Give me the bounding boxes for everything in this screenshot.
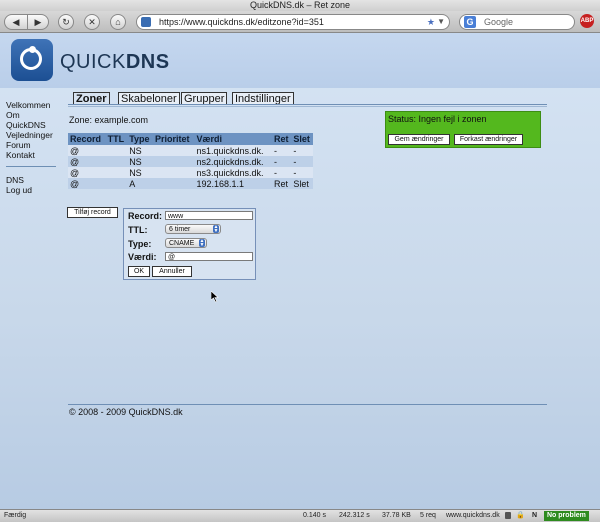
ok-button[interactable]: OK: [128, 266, 150, 277]
ssl-icon: 🔒: [516, 512, 525, 519]
table-row: @ A 192.168.1.1 Ret Slet: [68, 178, 313, 189]
forward-button[interactable]: ▶: [27, 14, 49, 30]
nav-item-vejledninger[interactable]: Vejledninger: [6, 130, 58, 140]
quickdns-logo-icon[interactable]: [11, 39, 53, 81]
col-type: Type: [127, 133, 153, 145]
bookmark-star-icon[interactable]: ★: [427, 15, 435, 29]
browser-status-bar: Færdig 0.140 s 242.312 s 37.78 KB 5 req …: [0, 509, 600, 522]
nav-item-forum[interactable]: Forum: [6, 140, 58, 150]
footer-divider: [68, 404, 547, 405]
zone-label: Zone: example.com: [69, 115, 149, 125]
table-row: @ NS ns3.quickdns.dk. - -: [68, 167, 313, 178]
home-icon: ⌂: [115, 17, 121, 27]
col-ttl: TTL: [105, 133, 128, 145]
lock-icon: [505, 512, 511, 519]
table-row: @ NS ns2.quickdns.dk. - -: [68, 156, 313, 167]
nav-item-log-ud[interactable]: Log ud: [6, 185, 58, 195]
type-select[interactable]: CNAME ▲ ▼: [165, 238, 207, 248]
value-label: Værdi:: [128, 252, 157, 262]
side-navigation: Velkommen Om QuickDNS Vejledninger Forum…: [6, 100, 58, 195]
noscript-icon[interactable]: N: [532, 510, 537, 522]
col-ret: Ret: [271, 133, 292, 145]
search-field[interactable]: G Google: [459, 14, 575, 30]
reload-button[interactable]: ↻: [58, 14, 74, 30]
nav-divider: [6, 166, 56, 167]
status-item: www.quickdns.dk: [446, 512, 500, 519]
stop-icon: ✕: [88, 17, 96, 27]
nav-item-velkommen[interactable]: Velkommen: [6, 100, 58, 110]
status-item: 5 req: [420, 512, 436, 519]
tab-divider: [68, 104, 547, 105]
back-button[interactable]: ◀: [4, 14, 28, 30]
ttl-label: TTL:: [128, 225, 148, 235]
status-item: 242.312 s: [339, 512, 370, 519]
nav-item-kontakt[interactable]: Kontakt: [6, 150, 58, 160]
site-favicon-icon: [141, 17, 151, 27]
col-record: Record: [68, 133, 106, 145]
table-row: @ NS ns1.quickdns.dk. - -: [68, 145, 313, 156]
table-header-row: Record TTL Type Prioritet Værdi Ret Slet: [68, 133, 313, 145]
stop-button[interactable]: ✕: [84, 14, 100, 30]
type-label: Type:: [128, 239, 152, 249]
select-arrows-icon: ▲ ▼: [213, 224, 219, 234]
zone-status-panel: Status: Ingen fejl i zonen Gem ændringer…: [385, 111, 541, 148]
record-input[interactable]: www: [165, 211, 253, 220]
col-slet: Slet: [291, 133, 313, 145]
nav-item-om-quickdns[interactable]: Om QuickDNS: [6, 110, 58, 130]
reload-icon: ↻: [62, 17, 70, 27]
status-text: Status: Ingen fejl i zonen: [388, 114, 487, 124]
record-label: Record:: [128, 211, 163, 221]
google-icon: G: [464, 16, 476, 28]
record-edit-form: Record: www TTL: 6 timer ▲ ▼ Type: CNAME …: [123, 208, 256, 280]
site-logo-text[interactable]: QUICKDNS: [60, 51, 170, 74]
discard-changes-button[interactable]: Forkast ændringer: [454, 134, 523, 145]
back-arrow-icon: ◀: [12, 17, 20, 27]
add-record-button[interactable]: Tilføj record: [67, 207, 118, 218]
site-header: QUICKDNS: [0, 33, 600, 88]
records-table: Record TTL Type Prioritet Værdi Ret Slet…: [68, 133, 313, 189]
adblock-icon[interactable]: ABP: [580, 14, 594, 28]
col-vaerdi: Værdi: [194, 133, 272, 145]
save-changes-button[interactable]: Gem ændringer: [388, 134, 450, 145]
search-placeholder: Google: [484, 17, 514, 27]
window-title: QuickDNS.dk – Ret zone: [0, 0, 600, 11]
cancel-button[interactable]: Annuller: [152, 266, 192, 277]
browser-toolbar: ◀ ▶ ↻ ✕ ⌂ https://www.quickdns.dk/editzo…: [0, 11, 600, 33]
address-bar[interactable]: https://www.quickdns.dk/editzone?id=351 …: [136, 14, 450, 30]
ttl-select[interactable]: 6 timer ▲ ▼: [165, 224, 221, 234]
status-text: Færdig: [4, 512, 27, 519]
value-input[interactable]: @: [165, 252, 253, 261]
no-problem-badge: No problem: [544, 511, 589, 521]
status-item: 37.78 KB: [382, 512, 411, 519]
status-item: 0.140 s: [303, 512, 326, 519]
mouse-cursor-icon: [211, 291, 219, 303]
page: QUICKDNS Velkommen Om QuickDNS Vejlednin…: [0, 33, 600, 509]
delete-record-link[interactable]: Slet: [291, 178, 313, 189]
url-dropdown-icon[interactable]: ▼: [437, 15, 445, 29]
col-prioritet: Prioritet: [153, 133, 195, 145]
select-arrows-icon: ▲ ▼: [199, 238, 205, 248]
home-button[interactable]: ⌂: [110, 14, 126, 30]
forward-arrow-icon: ▶: [34, 17, 42, 27]
edit-record-link[interactable]: Ret: [271, 178, 292, 189]
url-text: https://www.quickdns.dk/editzone?id=351: [159, 17, 324, 27]
footer-copyright: © 2008 - 2009 QuickDNS.dk: [69, 407, 183, 417]
nav-item-dns[interactable]: DNS: [6, 175, 58, 185]
